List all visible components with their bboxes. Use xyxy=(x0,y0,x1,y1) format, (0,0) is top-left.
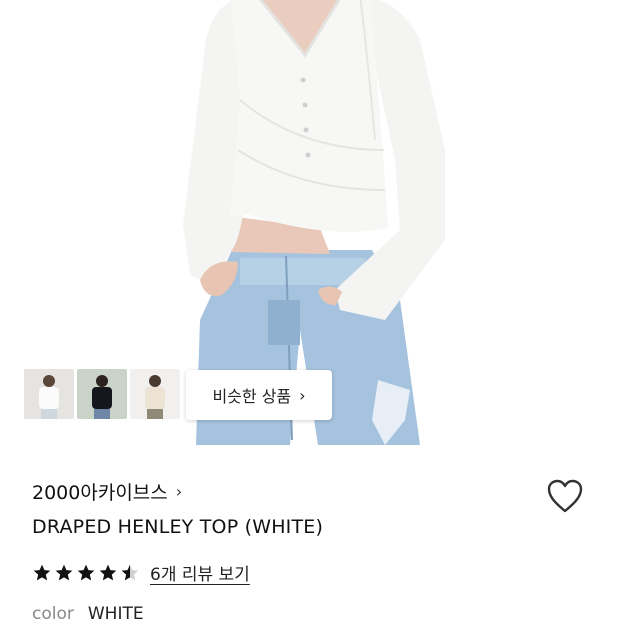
star-rating xyxy=(32,563,140,583)
thumbnail-beige-top[interactable] xyxy=(130,369,180,419)
thumbnail-white-top[interactable] xyxy=(24,369,74,419)
star-icon xyxy=(33,564,51,580)
chevron-right-icon: › xyxy=(299,385,306,405)
product-hero-image[interactable]: 비슷한 상품 › xyxy=(0,0,620,445)
half-star-icon xyxy=(121,564,139,580)
similar-products-button[interactable]: 비슷한 상품 › xyxy=(186,370,332,420)
option-label: color xyxy=(32,604,74,624)
thumbnail-strip xyxy=(24,369,180,419)
chevron-right-icon: › xyxy=(175,482,183,501)
option-value: WHITE xyxy=(87,604,144,624)
thumbnail-black-top[interactable] xyxy=(77,369,127,419)
brand-link[interactable]: 2000아카이브스 › xyxy=(32,478,182,505)
star-icon xyxy=(55,564,73,580)
rating-row: 6개 리뷰 보기 xyxy=(32,560,250,585)
review-link[interactable]: 6개 리뷰 보기 xyxy=(150,560,250,585)
star-icon xyxy=(99,564,117,580)
brand-name: 2000아카이브스 xyxy=(32,482,168,504)
star-icon xyxy=(77,564,95,580)
color-option: color WHITE xyxy=(32,604,144,624)
product-title: DRAPED HENLEY TOP (WHITE) xyxy=(32,516,324,538)
similar-products-label: 비슷한 상품 xyxy=(212,387,292,406)
heart-icon[interactable] xyxy=(546,478,584,514)
